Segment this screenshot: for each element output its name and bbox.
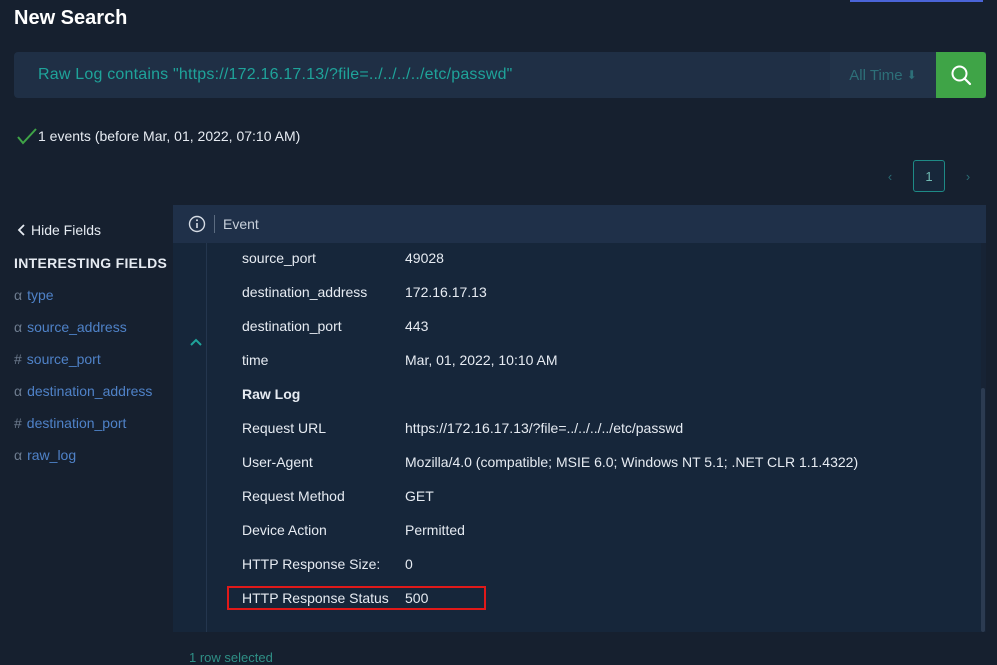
field-type-marker: α: [14, 319, 23, 335]
scrollbar-thumb[interactable]: [981, 388, 985, 632]
event-column-header: Event: [223, 216, 259, 232]
event-field-value: 49028: [405, 250, 444, 266]
field-item-raw-log[interactable]: α raw_log: [14, 447, 152, 479]
event-field-value: Mozilla/4.0 (compatible; MSIE 6.0; Windo…: [405, 454, 859, 470]
field-type-marker: α: [14, 287, 23, 303]
events-panel: Event source_port 49028 destination_addre…: [173, 205, 986, 632]
field-name: source_address: [27, 319, 127, 335]
top-accent-bar: [850, 0, 983, 2]
search-icon: [951, 65, 972, 86]
event-field-value: https://172.16.17.13/?file=../../../../e…: [405, 420, 684, 436]
field-item-type[interactable]: α type: [14, 287, 152, 319]
fields-sidebar: Hide Fields INTERESTING FIELDS α type α so…: [0, 205, 173, 665]
check-icon: [17, 128, 37, 145]
info-icon[interactable]: [188, 215, 206, 233]
event-field-key: HTTP Response Size:: [242, 556, 381, 572]
chevron-left-icon: [17, 224, 25, 236]
result-summary-text: 1 events (before Mar, 01, 2022, 07:10 AM…: [38, 128, 301, 144]
event-field-value: 0: [405, 556, 413, 572]
search-button[interactable]: [936, 52, 986, 98]
search-bar: All Time ⬇: [14, 52, 986, 98]
field-type-marker: α: [14, 447, 23, 463]
field-type-marker: #: [14, 415, 22, 431]
events-table-header: Event: [173, 205, 986, 243]
field-item-destination-port[interactable]: # destination_port: [14, 415, 152, 447]
event-field-value: Permitted: [405, 522, 465, 538]
arrow-down-icon: ⬇: [906, 68, 917, 82]
rows-selected-count: 1 row selected: [189, 650, 273, 665]
page-title: New Search: [14, 7, 128, 29]
event-field-key: Device Action: [242, 522, 327, 538]
event-field-key: Request Method: [242, 488, 345, 504]
event-field-key: source_port: [242, 250, 316, 266]
interesting-fields-title: INTERESTING FIELDS: [14, 255, 168, 271]
field-name: destination_port: [26, 415, 127, 431]
field-name: source_port: [26, 351, 101, 367]
pagination: ‹ 1 ›: [874, 160, 984, 192]
event-field-value: Mar, 01, 2022, 10:10 AM: [405, 352, 558, 368]
time-range-label: All Time: [849, 66, 903, 84]
next-page-button[interactable]: ›: [952, 160, 984, 192]
field-name: type: [27, 287, 54, 303]
hide-fields-label: Hide Fields: [31, 222, 102, 238]
event-field-key: destination_port: [242, 318, 342, 334]
field-item-source-address[interactable]: α source_address: [14, 319, 152, 351]
highlight-annotation-box: [227, 586, 486, 610]
field-item-source-port[interactable]: # source_port: [14, 351, 152, 383]
field-type-marker: #: [14, 351, 22, 367]
result-summary: 1 events (before Mar, 01, 2022, 07:10 AM…: [16, 126, 300, 146]
event-field-value: 172.16.17.13: [405, 284, 487, 300]
time-range-select[interactable]: All Time ⬇: [830, 52, 936, 98]
event-field-key: User-Agent: [242, 454, 313, 470]
event-field-value: GET: [405, 488, 434, 504]
field-name: raw_log: [27, 447, 77, 463]
header-divider: [214, 215, 215, 233]
event-field-key: Request URL: [242, 420, 327, 436]
event-field-key: destination_address: [242, 284, 368, 300]
field-item-destination-address[interactable]: α destination_address: [14, 383, 152, 415]
column-divider: [206, 243, 207, 632]
event-field-key: Raw Log: [242, 386, 301, 402]
hide-fields-button[interactable]: Hide Fields: [17, 222, 101, 238]
field-name: destination_address: [27, 383, 153, 399]
event-field-value: 443: [405, 318, 429, 334]
page-number-button[interactable]: 1: [913, 160, 945, 192]
prev-page-button[interactable]: ‹: [874, 160, 906, 192]
event-field-key: time: [242, 352, 269, 368]
field-type-marker: α: [14, 383, 23, 399]
table-footer: [173, 632, 986, 665]
search-input[interactable]: [14, 52, 830, 98]
field-list: α type α source_address # source_port α dest…: [14, 287, 152, 479]
chevron-up-icon[interactable]: [189, 337, 203, 347]
